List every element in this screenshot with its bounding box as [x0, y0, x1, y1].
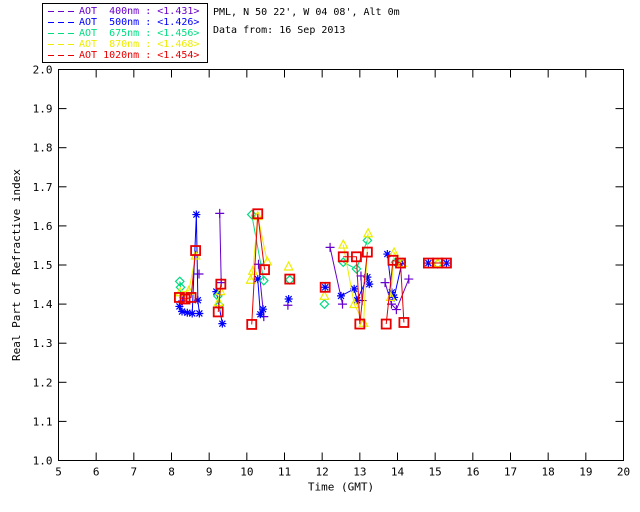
- series-aot-500nm: [175, 210, 451, 328]
- y-tick-label: 1.8: [33, 142, 53, 155]
- y-tick-label: 1.0: [33, 455, 53, 468]
- legend-entry-label: AOT 500nm : <1.426>: [79, 17, 200, 28]
- chart-canvas: 5 6 7 8 9 10 11 12 13 14 15 16 17 18 19 201.01.11.21.31…: [10, 64, 630, 494]
- x-tick-label: 15: [429, 466, 442, 479]
- y-axis-title: Real Part of Refractive index: [10, 169, 23, 361]
- y-tick-label: 2.0: [33, 64, 53, 77]
- legend-dash-swatch-icon: [48, 44, 75, 45]
- legend-dash-swatch-icon: [48, 55, 75, 56]
- series-aot-1020nm: [174, 208, 452, 330]
- x-tick-label: 20: [617, 466, 630, 479]
- legend-entry-label: AOT 870nm : <1.468>: [79, 39, 200, 50]
- x-tick-label: 8: [168, 466, 175, 479]
- legend-entry: AOT 675nm : <1.456>: [43, 28, 207, 39]
- x-axis: 5 6 7 8 9 10 11 12 13 14 15 16 17 18 19 20: [55, 69, 630, 479]
- data-date-text: Data from: 16 Sep 2013: [213, 25, 346, 36]
- x-tick-label: 5: [55, 466, 62, 479]
- series-aot-870nm: [174, 210, 444, 327]
- legend-entry: AOT 500nm : <1.426>: [43, 17, 207, 28]
- legend-entry: AOT 1020nm : <1.454>: [43, 50, 207, 61]
- y-tick-label: 1.5: [33, 259, 53, 272]
- x-tick-label: 10: [240, 466, 253, 479]
- x-tick-label: 14: [391, 466, 405, 479]
- aeronet-refractive-index-screen: AOT 400nm : <1.431> AOT 500nm : <1.426> AO…: [0, 0, 640, 512]
- x-tick-label: 17: [504, 466, 517, 479]
- series-aot-400nm: [177, 208, 414, 322]
- y-tick-label: 1.2: [33, 376, 53, 389]
- x-tick-label: 6: [93, 466, 100, 479]
- x-tick-label: 18: [542, 466, 555, 479]
- y-tick-label: 1.3: [33, 337, 53, 350]
- y-axis: 1.0 1.1 1.2 1.3 1.4 1.5 1.6 1.7 1.8 1.9 2.0: [33, 64, 624, 468]
- y-tick-label: 1.9: [33, 103, 53, 116]
- site-info-block: PML, N 50 22', W 04 08', Alt 0m Data fro…: [213, 4, 400, 40]
- x-tick-label: 13: [353, 466, 366, 479]
- x-tick-label: 11: [278, 466, 291, 479]
- legend-dash-swatch-icon: [48, 11, 75, 12]
- y-tick-label: 1.4: [33, 298, 53, 311]
- site-location-text: PML, N 50 22', W 04 08', Alt 0m: [213, 7, 400, 18]
- legend-entry: AOT 400nm : <1.431>: [43, 6, 207, 17]
- x-tick-label: 12: [316, 466, 329, 479]
- legend-entry-label: AOT 400nm : <1.431>: [79, 6, 200, 17]
- legend-entry-label: AOT 675nm : <1.456>: [79, 28, 200, 39]
- y-tick-label: 1.1: [33, 415, 53, 428]
- legend-entry: AOT 870nm : <1.468>: [43, 39, 207, 50]
- x-tick-label: 19: [579, 466, 592, 479]
- x-tick-label: 9: [206, 466, 213, 479]
- x-axis-title: Time (GMT): [308, 481, 374, 494]
- legend-dash-swatch-icon: [48, 22, 75, 23]
- x-tick-label: 7: [131, 466, 138, 479]
- legend-dash-swatch-icon: [48, 33, 75, 34]
- y-tick-label: 1.7: [33, 181, 53, 194]
- y-tick-label: 1.6: [33, 220, 53, 233]
- legend-entry-label: AOT 1020nm : <1.454>: [79, 50, 200, 61]
- x-tick-label: 16: [466, 466, 479, 479]
- legend-box: AOT 400nm : <1.431> AOT 500nm : <1.426> AO…: [42, 3, 208, 63]
